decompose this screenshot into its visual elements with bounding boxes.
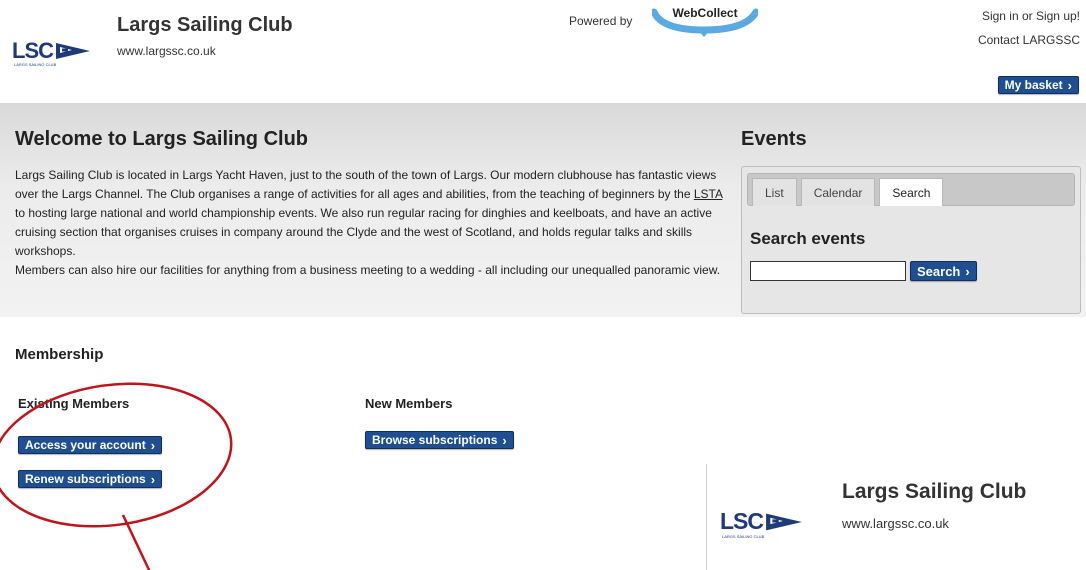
new-members-title: New Members [365, 396, 453, 411]
my-basket-button[interactable]: My basket › [997, 76, 1079, 94]
search-button[interactable]: Search › [910, 261, 977, 281]
membership-title: Membership [15, 346, 104, 363]
welcome-text-part2: to hosting large national and world cham… [15, 206, 712, 258]
tab-calendar[interactable]: Calendar [800, 178, 876, 206]
welcome-paragraph-2: Members can also hire our facilities for… [15, 263, 721, 277]
browse-subscriptions-button[interactable]: Browse subscriptions › [365, 431, 514, 449]
lsta-link[interactable]: LSTA [694, 187, 722, 201]
chevron-right-icon: › [502, 432, 507, 448]
logo-subtitle: LARGS SAILING CLUB [14, 62, 57, 67]
webcollect-logo[interactable]: WebCollect [652, 4, 758, 38]
events-tabs: List Calendar Search [747, 173, 1075, 206]
sail-flag-icon [766, 513, 802, 530]
welcome-text-part1: Largs Sailing Club is located in Largs Y… [15, 168, 717, 201]
powered-by-label: Powered by [569, 14, 633, 28]
welcome-text: Largs Sailing Club is located in Largs Y… [15, 166, 725, 280]
zoom-logo-text: LSC [720, 508, 764, 534]
tab-search[interactable]: Search [879, 178, 944, 206]
renew-subscriptions-label: Renew subscriptions [25, 472, 146, 486]
zoom-divider [706, 464, 707, 570]
events-title: Events [741, 128, 807, 150]
chevron-right-icon: › [150, 471, 156, 487]
zoom-logo-subtitle: LARGS SAILING CLUB [722, 534, 765, 539]
tab-list[interactable]: List [752, 178, 797, 206]
site-header: LSC LARGS SAILING CLUB Largs Sailing Clu… [0, 0, 1086, 103]
chevron-right-icon: › [150, 437, 156, 453]
access-account-label: Access your account [25, 438, 146, 452]
search-input[interactable] [750, 261, 906, 281]
renew-subscriptions-button[interactable]: Renew subscriptions › [18, 470, 163, 488]
sail-flag-icon [56, 43, 90, 59]
existing-members-title: Existing Members [18, 396, 130, 411]
welcome-paragraph: Largs Sailing Club is located in Largs Y… [15, 166, 725, 261]
webcollect-text: WebCollect [672, 6, 737, 20]
access-account-button[interactable]: Access your account › [18, 436, 163, 454]
welcome-title: Welcome to Largs Sailing Club [15, 128, 309, 150]
chevron-right-icon: › [965, 263, 970, 279]
zoom-club-url: www.largssc.co.uk [842, 516, 949, 531]
zoom-club-logo: LSC LARGS SAILING CLUB [720, 508, 804, 539]
search-button-label: Search [917, 263, 961, 279]
sign-in-link[interactable]: Sign in or Sign up! [978, 4, 1080, 28]
club-url[interactable]: www.largssc.co.uk [117, 44, 216, 58]
club-logo[interactable]: LSC LARGS SAILING CLUB [12, 38, 92, 67]
contact-link[interactable]: Contact LARGSSC [978, 28, 1080, 52]
basket-label: My basket [1004, 78, 1063, 92]
events-panel: List Calendar Search Search events Searc… [741, 166, 1081, 314]
club-name: Largs Sailing Club [117, 14, 293, 36]
header-links: Sign in or Sign up! Contact LARGSSC [978, 4, 1080, 52]
zoom-club-name: Largs Sailing Club [842, 480, 1027, 503]
browse-subscriptions-label: Browse subscriptions [372, 433, 498, 447]
chevron-right-icon: › [1067, 77, 1072, 93]
search-events-title: Search events [750, 229, 866, 248]
logo-text: LSC [12, 38, 54, 63]
annotation-circle [0, 382, 233, 570]
